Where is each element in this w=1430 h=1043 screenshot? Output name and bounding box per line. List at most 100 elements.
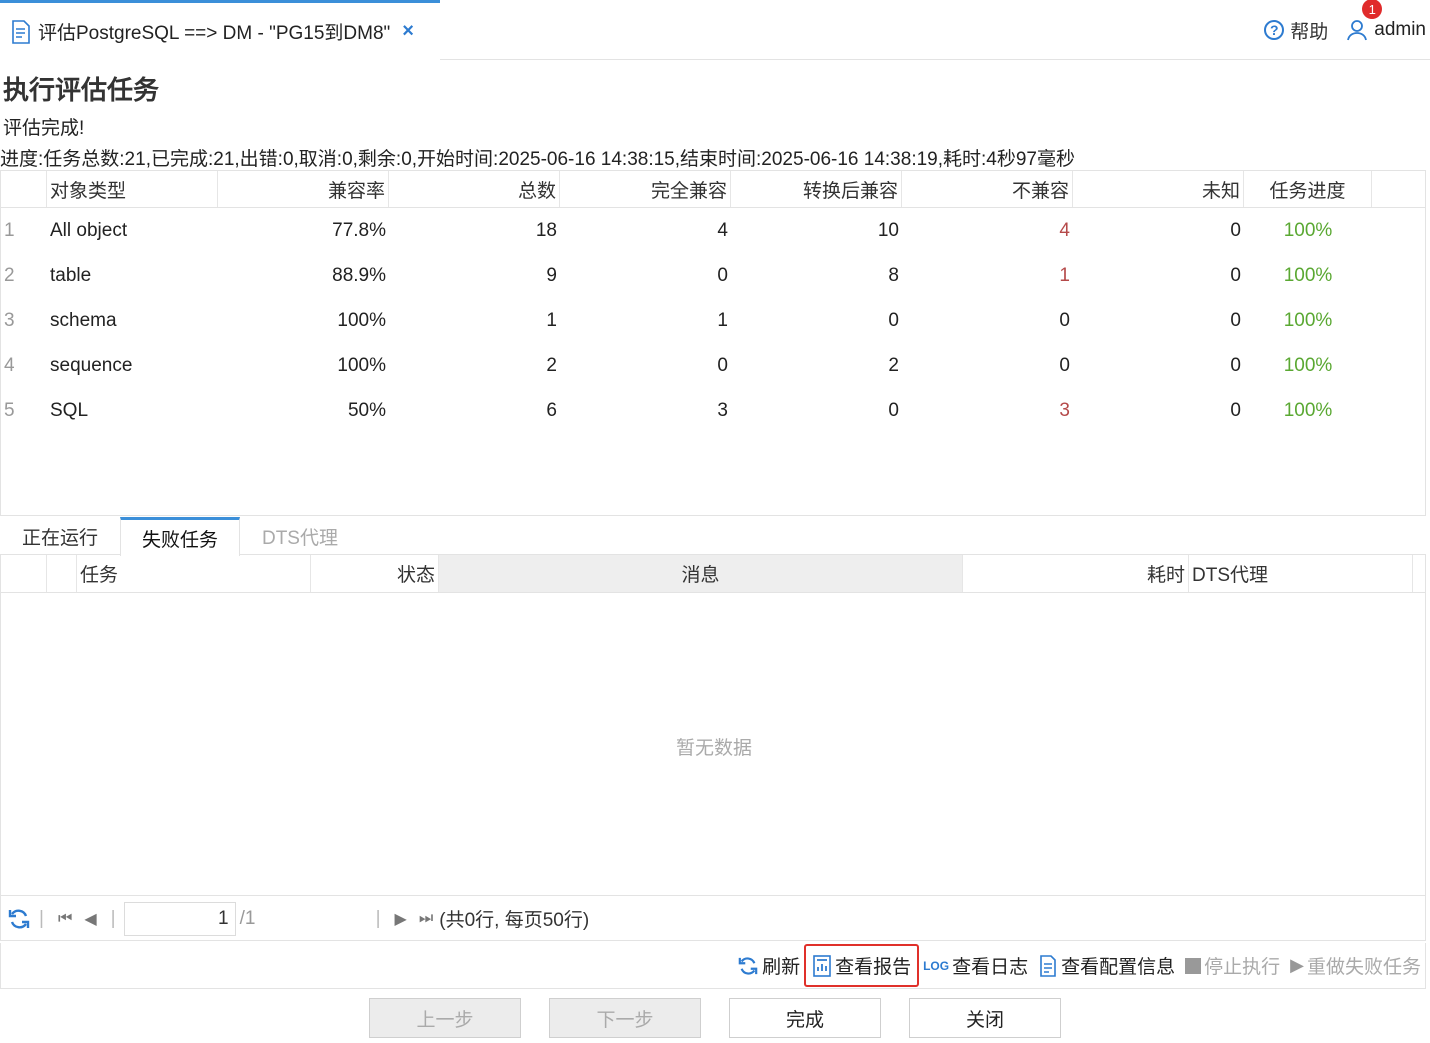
header-total[interactable]: 总数 [389, 171, 560, 207]
cell-unknown: 0 [1230, 219, 1241, 241]
header-converted-compat[interactable]: 转换后兼容 [731, 171, 902, 207]
header-object-type[interactable]: 对象类型 [47, 171, 218, 207]
user-icon [1347, 20, 1368, 41]
empty-state: 暂无数据 [675, 738, 752, 759]
next-step-button[interactable]: 下一步 [549, 998, 701, 1038]
stop-icon [1185, 957, 1202, 974]
view-config-button[interactable]: 查看配置信息 [1038, 952, 1175, 979]
pager-summary: (共0行, 每页50行) [439, 910, 590, 931]
cell-compat-rate: 100% [337, 309, 386, 331]
progress-text: 进度:任务总数:21,已完成:21,出错:0,取消:0,剩余:0,开始时间:20… [0, 149, 1075, 170]
assessment-doc-icon [12, 19, 30, 44]
cell-full-compat: 0 [717, 354, 728, 376]
header-incompatible[interactable]: 不兼容 [902, 171, 1073, 207]
pager-separator: | [39, 907, 44, 929]
cell-object-type: table [50, 264, 92, 286]
redo-failed-button[interactable]: ▶ 重做失败任务 [1290, 952, 1421, 979]
cell-compat-rate: 77.8% [332, 219, 386, 241]
page-number-input[interactable]: 1 [123, 901, 236, 936]
cell-incompatible[interactable]: 3 [902, 388, 1073, 433]
header-compat-rate[interactable]: 兼容率 [218, 171, 389, 207]
user-menu[interactable]: 1 admin [1346, 0, 1426, 41]
cell-object-type: All object [50, 219, 128, 241]
first-page-icon[interactable]: ⏮ [58, 910, 72, 928]
play-icon: ▶ [1290, 955, 1304, 975]
stop-button[interactable]: 停止执行 [1185, 952, 1280, 979]
cell-unknown: 0 [1230, 264, 1241, 286]
tab-running[interactable]: 正在运行 [0, 517, 120, 555]
refresh-button[interactable]: 刷新 [737, 952, 800, 979]
failed-header-row: 任务 状态 消息 耗时 DTS代理 [1, 555, 1425, 593]
cell-incompatible[interactable]: 1 [902, 253, 1073, 298]
refresh-label: 刷新 [762, 957, 801, 978]
finish-button[interactable]: 完成 [729, 998, 881, 1038]
cell-task-progress: 100% [1283, 219, 1333, 241]
header-task-progress[interactable]: 任务进度 [1244, 171, 1372, 207]
cell-compat-rate: 50% [347, 399, 386, 421]
assessment-summary-grid: 对象类型 兼容率 总数 完全兼容 转换后兼容 不兼容 未知 任务进度 1 All… [0, 170, 1426, 516]
cell-incompatible: 0 [1059, 309, 1070, 331]
pager-separator: | [375, 907, 381, 929]
help-link[interactable]: ? 帮助 [1264, 17, 1328, 44]
page-total: /1 [239, 907, 256, 929]
cell-converted-compat: 10 [877, 219, 899, 241]
cell-full-compat: 0 [717, 264, 728, 286]
table-row[interactable]: 5 SQL 50% 6 3 0 3 0 100% [1, 388, 1425, 433]
redo-label: 重做失败任务 [1306, 957, 1421, 978]
table-row[interactable]: 2 table 88.9% 9 0 8 1 0 100% [1, 253, 1425, 298]
cell-converted-compat: 2 [888, 354, 899, 376]
header-index [1, 171, 47, 207]
cell-object-type: SQL [50, 399, 89, 421]
tab-dts-agent[interactable]: DTS代理 [240, 517, 360, 555]
table-row[interactable]: 4 sequence 100% 2 0 2 0 0 100% [1, 343, 1425, 388]
pager-separator: | [110, 907, 116, 929]
header-dts-agent[interactable]: DTS代理 [1189, 555, 1413, 592]
table-row[interactable]: 1 All object 77.8% 18 4 10 4 0 100% [1, 208, 1425, 253]
last-page-icon[interactable]: ⏭ [419, 910, 433, 928]
view-config-label: 查看配置信息 [1061, 957, 1176, 978]
cell-task-progress: 100% [1283, 309, 1333, 331]
pagination-bar: | ⏮ ◀ | 1 /1 | ▶ ⏭ (共0行, 每页50行) [1, 895, 1425, 941]
cell-converted-compat: 0 [888, 399, 899, 421]
cell-total: 2 [546, 354, 557, 376]
header-task[interactable]: 任务 [77, 555, 311, 592]
page-title: 执行评估任务 [3, 75, 160, 105]
document-tab[interactable]: 评估PostgreSQL ==> DM - "PG15到DM8" × [0, 0, 440, 60]
header-message[interactable]: 消息 [439, 555, 963, 592]
view-log-label: 查看日志 [952, 957, 1029, 978]
cell-object-type: sequence [50, 354, 133, 376]
cell-object-type: schema [50, 309, 117, 331]
header-unknown[interactable]: 未知 [1073, 171, 1244, 207]
action-toolbar: 刷新 查看报告 LOG 查看日志 查看配置信息 停止执行 ▶ 重做失败任务 [0, 943, 1426, 989]
cell-task-progress: 100% [1283, 399, 1333, 421]
cell-full-compat: 1 [717, 309, 728, 331]
cell-total: 1 [546, 309, 557, 331]
next-page-icon[interactable]: ▶ [395, 909, 407, 929]
cell-incompatible[interactable]: 4 [902, 208, 1073, 253]
cell-compat-rate: 88.9% [332, 264, 386, 286]
prev-page-icon[interactable]: ◀ [84, 909, 96, 929]
close-button[interactable]: 关闭 [909, 998, 1061, 1038]
view-log-button[interactable]: LOG 查看日志 [923, 952, 1028, 979]
stop-label: 停止执行 [1204, 957, 1281, 978]
view-report-button[interactable]: 查看报告 [804, 944, 920, 987]
failed-task-grid: 任务 状态 消息 耗时 DTS代理 暂无数据 | ⏮ ◀ | 1 /1 | ▶ … [0, 555, 1426, 941]
prev-step-button[interactable]: 上一步 [369, 998, 521, 1038]
header-status[interactable]: 状态 [311, 555, 439, 592]
view-report-label: 查看报告 [835, 957, 912, 978]
document-tab-title: 评估PostgreSQL ==> DM - "PG15到DM8" [38, 23, 391, 44]
close-tab-icon[interactable]: × [402, 20, 414, 43]
table-row[interactable]: 3 schema 100% 1 1 0 0 0 100% [1, 298, 1425, 343]
header-full-compat[interactable]: 完全兼容 [560, 171, 731, 207]
help-icon: ? [1264, 20, 1285, 40]
user-name: admin [1374, 19, 1426, 40]
tab-failed-tasks[interactable]: 失败任务 [120, 517, 240, 556]
cell-total: 9 [546, 264, 557, 286]
config-doc-icon [1040, 954, 1056, 977]
cell-total: 6 [546, 399, 557, 421]
header-duration[interactable]: 耗时 [963, 555, 1189, 592]
help-label: 帮助 [1290, 21, 1329, 43]
row-index: 1 [4, 219, 15, 241]
header-index [1, 555, 47, 592]
refresh-icon[interactable] [7, 908, 31, 930]
